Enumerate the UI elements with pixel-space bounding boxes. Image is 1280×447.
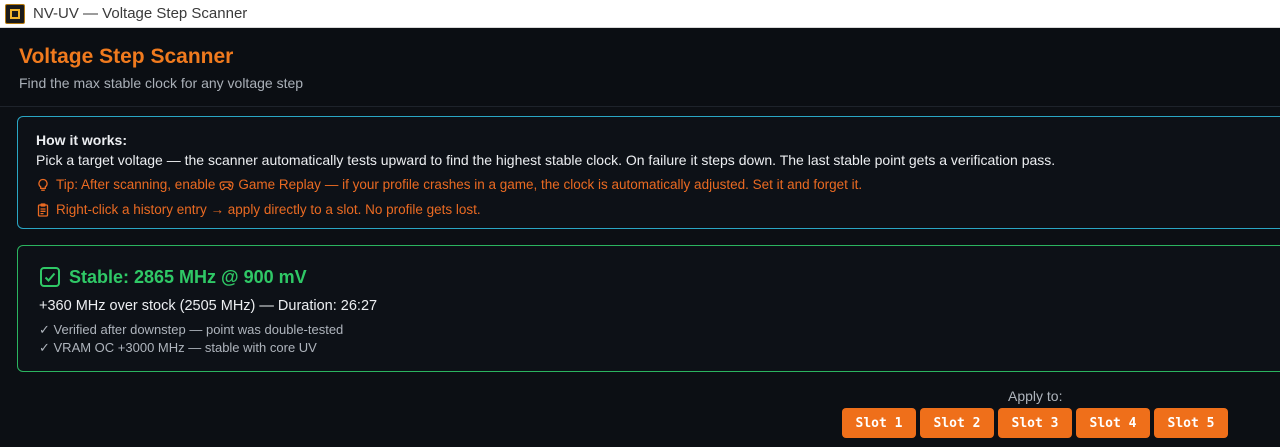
slot-buttons: Slot 1 Slot 2 Slot 3 Slot 4 Slot 5 xyxy=(842,408,1228,438)
apply-to-label: Apply to: xyxy=(1008,388,1063,404)
tip-prefix: Tip: After scanning, enable xyxy=(56,177,216,192)
page-header: Voltage Step Scanner Find the max stable… xyxy=(0,28,1280,107)
checkbox-checked-icon xyxy=(39,266,61,288)
result-title-text: Stable: 2865 MHz @ 900 mV xyxy=(69,266,307,287)
result-title: Stable: 2865 MHz @ 900 mV xyxy=(39,266,307,288)
tip-feature: Game Replay xyxy=(238,177,321,192)
lightbulb-icon xyxy=(36,178,50,192)
info-heading: How it works: xyxy=(36,132,128,148)
window-title-bar: NV-UV — Voltage Step Scanner xyxy=(0,0,1280,28)
window-title: NV-UV — Voltage Step Scanner xyxy=(33,5,248,22)
page-title: Voltage Step Scanner xyxy=(19,45,234,68)
clipboard-icon xyxy=(36,202,50,217)
how-it-works-card: How it works: Pick a target voltage — th… xyxy=(17,116,1280,229)
result-summary: +360 MHz over stock (2505 MHz) — Duratio… xyxy=(39,298,378,314)
scan-result-card: Stable: 2865 MHz @ 900 mV +360 MHz over … xyxy=(17,245,1280,372)
history-hint-text: Right-click a history entry → apply dire… xyxy=(56,202,481,217)
info-body: Pick a target voltage — the scanner auto… xyxy=(36,152,1056,168)
slot-4-button[interactable]: Slot 4 xyxy=(1076,408,1150,438)
result-note: ✓ Verified after downstep — point was do… xyxy=(39,322,344,337)
page-subtitle: Find the max stable clock for any voltag… xyxy=(19,75,304,91)
slot-5-button[interactable]: Slot 5 xyxy=(1154,408,1228,438)
slot-2-button[interactable]: Slot 2 xyxy=(920,408,994,438)
gpu-chip-icon xyxy=(5,3,25,24)
history-hint: Right-click a history entry → apply dire… xyxy=(36,202,481,217)
slot-1-button[interactable]: Slot 1 xyxy=(842,408,916,438)
gamepad-icon xyxy=(219,178,234,192)
tip-suffix: — if your profile crashes in a game, the… xyxy=(324,177,863,192)
game-replay-tip: Tip: After scanning, enable Game Replay … xyxy=(36,177,862,192)
result-note: ✓ VRAM OC +3000 MHz — stable with core U… xyxy=(39,340,317,355)
slot-3-button[interactable]: Slot 3 xyxy=(998,408,1072,438)
